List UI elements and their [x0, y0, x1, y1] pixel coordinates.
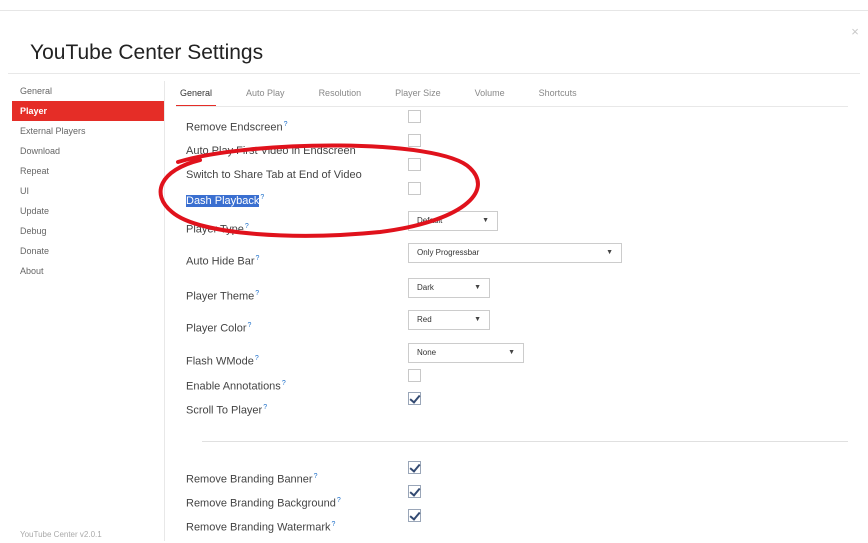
remove-branding-watermark-checkbox[interactable]: [408, 509, 421, 522]
switch-share-tab-checkbox[interactable]: [408, 158, 421, 171]
player-color-select[interactable]: Red ▼: [408, 310, 490, 330]
setting-player-type: Player Type?: [186, 223, 249, 236]
setting-player-theme: Player Theme?: [186, 290, 259, 303]
chevron-down-icon: ▼: [474, 284, 481, 291]
sidebar-item-repeat[interactable]: Repeat: [12, 161, 164, 181]
tab-general[interactable]: General: [176, 85, 217, 107]
setting-label: Auto Play First Video in Endscreen: [186, 145, 356, 157]
help-icon[interactable]: ?: [263, 404, 267, 411]
help-icon[interactable]: ?: [255, 255, 259, 262]
setting-label: Switch to Share Tab at End of Video: [186, 169, 362, 181]
sidebar-item-debug[interactable]: Debug: [12, 221, 164, 241]
help-icon[interactable]: ?: [255, 355, 259, 362]
tab-divider: [176, 106, 848, 107]
remove-branding-background-checkbox[interactable]: [408, 485, 421, 498]
select-value: Default: [417, 216, 443, 225]
chevron-down-icon: ▼: [482, 217, 489, 224]
setting-label: Remove Branding Background: [186, 497, 336, 510]
help-icon[interactable]: ?: [260, 194, 264, 201]
settings-dialog: × YouTube Center Settings General Player…: [0, 10, 868, 543]
player-theme-select[interactable]: Dark ▼: [408, 278, 490, 298]
help-icon[interactable]: ?: [337, 497, 341, 504]
help-icon[interactable]: ?: [248, 322, 252, 329]
version-label: YouTube Center v2.0.1: [20, 530, 102, 539]
setting-label: Player Color: [186, 322, 247, 335]
setting-switch-share-tab: Switch to Share Tab at End of Video: [186, 169, 362, 181]
setting-dash-playback: Dash Playback?: [186, 194, 264, 207]
sidebar-item-player[interactable]: Player: [12, 101, 164, 121]
scroll-to-player-checkbox[interactable]: [408, 392, 421, 405]
setting-label: Player Type: [186, 223, 244, 236]
help-icon[interactable]: ?: [284, 121, 288, 128]
help-icon[interactable]: ?: [331, 521, 335, 528]
setting-label: Remove Endscreen: [186, 121, 283, 134]
help-icon[interactable]: ?: [314, 473, 318, 480]
remove-endscreen-checkbox[interactable]: [408, 110, 421, 123]
help-icon[interactable]: ?: [282, 380, 286, 387]
setting-remove-endscreen: Remove Endscreen?: [186, 121, 288, 134]
flash-wmode-select[interactable]: None ▼: [408, 343, 524, 363]
setting-remove-branding-banner: Remove Branding Banner?: [186, 473, 317, 486]
setting-label: Scroll To Player: [186, 404, 263, 417]
select-value: Only Progressbar: [417, 248, 480, 257]
help-icon[interactable]: ?: [255, 290, 259, 297]
setting-label: Enable Annotations: [186, 380, 281, 393]
sidebar-item-ui[interactable]: UI: [12, 181, 164, 201]
setting-label: Remove Branding Watermark: [186, 521, 331, 534]
setting-remove-branding-watermark: Remove Branding Watermark?: [186, 521, 335, 534]
sidebar: General Player External Players Download…: [12, 81, 165, 541]
auto-hide-bar-select[interactable]: Only Progressbar ▼: [408, 243, 622, 263]
help-icon[interactable]: ?: [245, 223, 249, 230]
remove-branding-banner-checkbox[interactable]: [408, 461, 421, 474]
sidebar-item-general[interactable]: General: [12, 81, 164, 101]
select-value: Dark: [417, 283, 434, 292]
dialog-title: YouTube Center Settings: [30, 41, 264, 64]
setting-label: Player Theme: [186, 290, 255, 303]
setting-auto-hide-bar: Auto Hide Bar?: [186, 255, 259, 268]
sidebar-item-external-players[interactable]: External Players: [12, 121, 164, 141]
sidebar-item-about[interactable]: About: [12, 261, 164, 281]
chevron-down-icon: ▼: [474, 316, 481, 323]
select-value: None: [417, 348, 437, 357]
enable-annotations-checkbox[interactable]: [408, 369, 421, 382]
sidebar-item-donate[interactable]: Donate: [12, 241, 164, 261]
chevron-down-icon: ▼: [508, 349, 515, 356]
section-divider: [202, 441, 848, 442]
setting-label: Flash WMode: [186, 355, 254, 368]
setting-label: Remove Branding Banner: [186, 473, 313, 486]
tab-bar: General Auto Play Resolution Player Size Vol…: [176, 83, 607, 107]
sidebar-item-update[interactable]: Update: [12, 201, 164, 221]
chevron-down-icon: ▼: [606, 249, 613, 256]
dash-playback-checkbox[interactable]: [408, 182, 421, 195]
setting-flash-wmode: Flash WMode?: [186, 355, 259, 368]
setting-label: Dash Playback: [186, 194, 260, 207]
setting-autoplay-first-video: Auto Play First Video in Endscreen: [186, 145, 356, 157]
setting-enable-annotations: Enable Annotations?: [186, 380, 286, 393]
player-type-select[interactable]: Default ▼: [408, 211, 498, 231]
setting-label: Auto Hide Bar: [186, 255, 255, 268]
setting-scroll-to-player: Scroll To Player?: [186, 404, 267, 417]
sidebar-item-download[interactable]: Download: [12, 141, 164, 161]
setting-player-color: Player Color?: [186, 322, 251, 335]
autoplay-first-video-checkbox[interactable]: [408, 134, 421, 147]
header-divider: [8, 73, 860, 74]
setting-remove-branding-background: Remove Branding Background?: [186, 497, 341, 510]
close-icon[interactable]: ×: [848, 25, 862, 39]
select-value: Red: [417, 315, 432, 324]
